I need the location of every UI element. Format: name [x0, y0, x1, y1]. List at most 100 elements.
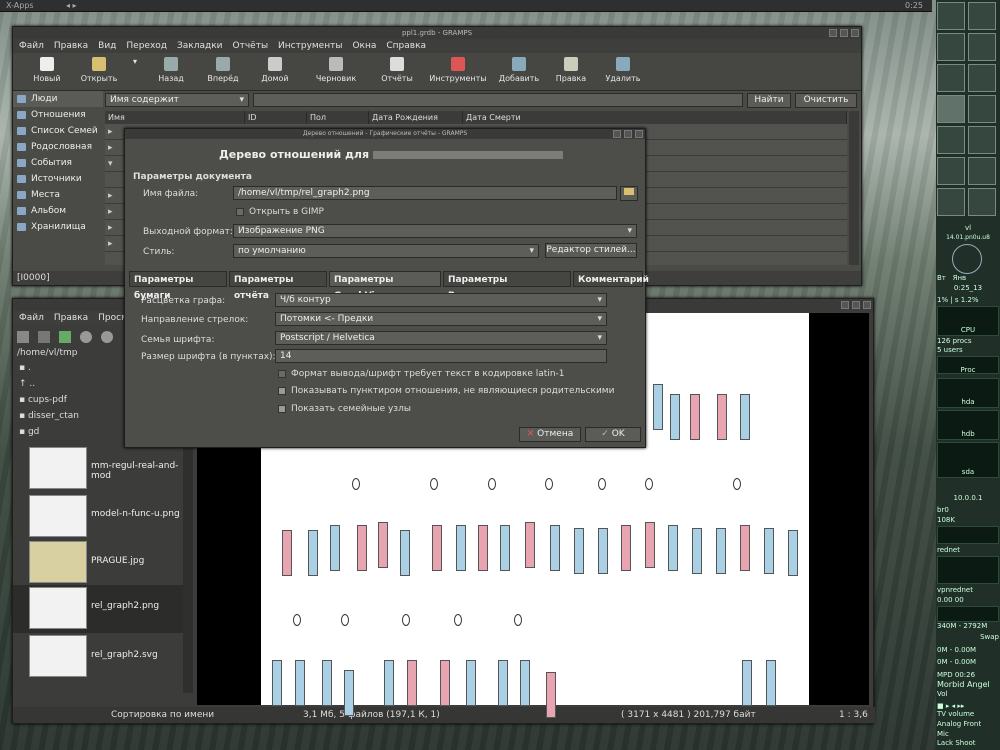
filename-input[interactable]: /home/vl/tmp/rel_graph2.png: [233, 186, 617, 200]
minimize-button[interactable]: [613, 130, 621, 138]
menu-edit[interactable]: Правка: [54, 311, 88, 325]
close-button[interactable]: [635, 130, 643, 138]
shoot-label[interactable]: Lack Shoot: [937, 739, 999, 747]
sidebar-item-sources[interactable]: Источники: [13, 171, 103, 187]
workspace[interactable]: [968, 2, 996, 30]
open-dropdown[interactable]: ▾: [125, 53, 145, 90]
file-name[interactable]: rel_graph2.svg: [91, 650, 158, 660]
zoom-out-icon[interactable]: [100, 331, 113, 343]
mic-label[interactable]: Mic: [937, 730, 999, 738]
dir-item[interactable]: ▪ .: [19, 363, 31, 373]
tools-button[interactable]: Инструменты: [423, 53, 493, 90]
ok-button[interactable]: ✓ OK: [585, 427, 641, 442]
filter-input[interactable]: [253, 93, 743, 107]
col-birth[interactable]: Дата Рождения: [369, 111, 463, 124]
sidebar-item-families[interactable]: Список Семей: [13, 123, 103, 139]
tab-report[interactable]: Параметры отчёта: [229, 271, 327, 301]
sidebar-item-media[interactable]: Альбом: [13, 203, 103, 219]
size-spinner[interactable]: 14: [275, 349, 607, 363]
tab-graphviz[interactable]: Параметры GraphViz: [329, 271, 441, 301]
color-select[interactable]: Ч/б контур: [275, 293, 607, 307]
menu-tools[interactable]: Инструменты: [278, 39, 342, 53]
sidebar-item-people[interactable]: Люди: [13, 91, 103, 107]
col-id[interactable]: ID: [245, 111, 307, 124]
home-button[interactable]: Домой: [249, 53, 301, 90]
sidebar-item-relationships[interactable]: Отношения: [13, 107, 103, 123]
thumbnail[interactable]: [29, 447, 87, 489]
forward-button[interactable]: Вперёд: [197, 53, 249, 90]
col-gender[interactable]: Пол: [307, 111, 369, 124]
tv-volume-label[interactable]: TV volume: [937, 710, 999, 718]
close-button[interactable]: [851, 29, 859, 37]
new-button[interactable]: Новый: [21, 53, 73, 90]
col-name[interactable]: Имя: [105, 111, 245, 124]
workspace[interactable]: [937, 33, 965, 61]
format-select[interactable]: Изображение PNG: [233, 224, 637, 238]
dir-item[interactable]: ▪ cups-pdf: [19, 395, 67, 405]
clear-button[interactable]: Очистить: [795, 93, 857, 108]
file-name[interactable]: mm-regul-real-and-mod: [91, 461, 183, 481]
workspace[interactable]: [968, 157, 996, 185]
maximize-button[interactable]: [840, 29, 848, 37]
player-controls[interactable]: ■ ▸ ◂ ▸▸: [937, 702, 999, 710]
maximize-button[interactable]: [852, 301, 860, 309]
back-button[interactable]: Назад: [145, 53, 197, 90]
menu-file[interactable]: Файл: [19, 39, 44, 53]
latin1-checkbox[interactable]: [278, 370, 286, 378]
edit-button[interactable]: Правка: [545, 53, 597, 90]
home-icon[interactable]: [37, 331, 50, 343]
dashed-checkbox[interactable]: [278, 387, 286, 395]
gramps-titlebar[interactable]: ppl1.grdb - GRAMPS: [13, 27, 861, 39]
style-editor-button[interactable]: Редактор стилей...: [545, 243, 637, 258]
workspace[interactable]: [968, 188, 996, 216]
workspace-active[interactable]: [937, 95, 965, 123]
col-death[interactable]: Дата Смерти: [463, 111, 847, 124]
thumbnail[interactable]: [29, 587, 87, 629]
filter-combo[interactable]: Имя содержит: [105, 93, 249, 107]
draft-button[interactable]: Черновик: [301, 53, 371, 90]
find-button[interactable]: Найти: [747, 93, 791, 108]
open-button[interactable]: Открыть: [73, 53, 125, 90]
tab-comment[interactable]: Комментарий: [573, 271, 649, 287]
workspace[interactable]: [968, 126, 996, 154]
zoom-in-icon[interactable]: [79, 331, 92, 343]
thumbs-scrollbar[interactable]: [183, 443, 193, 693]
file-name[interactable]: model-n-func-u.png: [91, 509, 180, 519]
menu-go[interactable]: Переход: [126, 39, 167, 53]
menu-bookmarks[interactable]: Закладки: [177, 39, 223, 53]
sidebar-item-repositories[interactable]: Хранилища: [13, 219, 103, 235]
arrows-select[interactable]: Потомки <- Предки: [275, 312, 607, 326]
list-view-icon[interactable]: [17, 331, 29, 343]
refresh-icon[interactable]: [58, 331, 71, 343]
workspace[interactable]: [968, 95, 996, 123]
sidebar-item-places[interactable]: Места: [13, 187, 103, 203]
style-select[interactable]: по умолчанию: [233, 244, 539, 258]
menu-edit[interactable]: Правка: [54, 39, 88, 53]
browse-folder-button[interactable]: [620, 186, 638, 201]
thumbnail[interactable]: [29, 635, 87, 677]
analog-front-label[interactable]: Analog Front: [937, 720, 999, 728]
open-gimp-checkbox[interactable]: [236, 208, 244, 216]
file-name[interactable]: rel_graph2.png: [91, 601, 159, 611]
people-scrollbar[interactable]: [849, 111, 859, 265]
maximize-button[interactable]: [624, 130, 632, 138]
workspace[interactable]: [937, 126, 965, 154]
add-button[interactable]: Добавить: [493, 53, 545, 90]
dir-item[interactable]: ▪ gd: [19, 427, 39, 437]
close-button[interactable]: [863, 301, 871, 309]
workspace[interactable]: [937, 157, 965, 185]
menu-view[interactable]: Вид: [98, 39, 116, 53]
menu-file[interactable]: Файл: [19, 311, 44, 325]
dir-item[interactable]: ▪ disser_ctan: [19, 411, 79, 421]
file-name[interactable]: PRAGUE.jpg: [91, 556, 144, 566]
family-nodes-checkbox[interactable]: [278, 405, 286, 413]
app-menu[interactable]: X-Apps: [6, 1, 34, 10]
minimize-button[interactable]: [841, 301, 849, 309]
workspace[interactable]: [937, 64, 965, 92]
workspace[interactable]: [937, 2, 965, 30]
cancel-button[interactable]: ✕ Отмена: [519, 427, 581, 442]
thumbnail[interactable]: [29, 495, 87, 537]
workspace[interactable]: [968, 64, 996, 92]
minimize-button[interactable]: [829, 29, 837, 37]
tab-layout[interactable]: Параметры Разложения: [443, 271, 571, 301]
